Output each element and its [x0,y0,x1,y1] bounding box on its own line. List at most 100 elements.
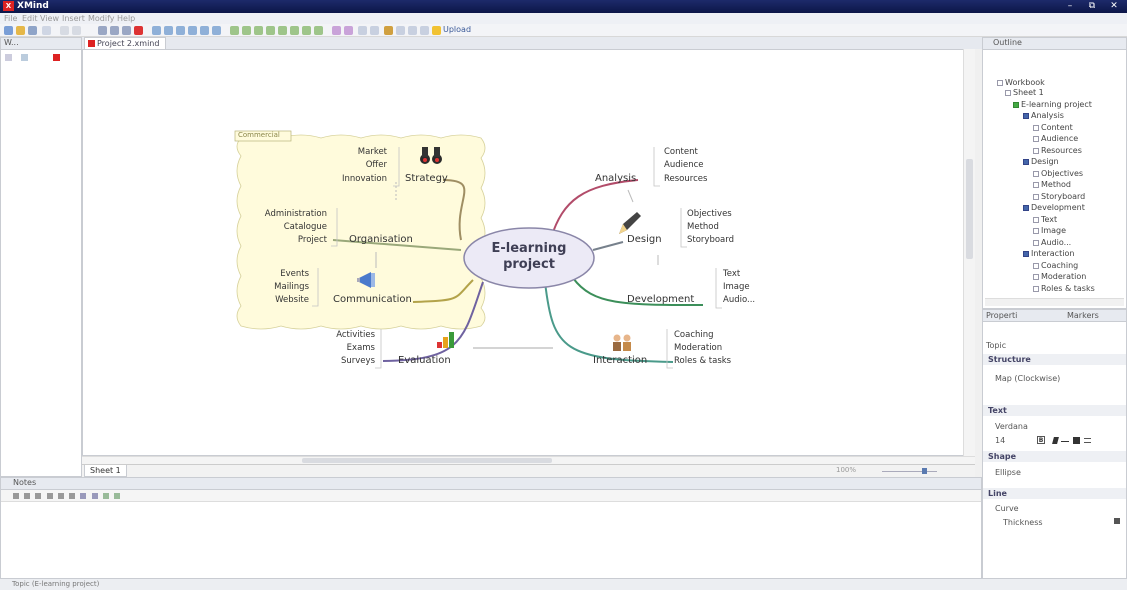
line-value[interactable]: Curve [995,504,1019,513]
structure-section[interactable]: Structure [983,354,1126,365]
outline-item[interactable]: Audio... [1033,238,1071,247]
line-section[interactable]: Line [983,488,1126,499]
mind-map-canvas[interactable]: E-learning project Commercial Strategy M… [82,49,975,456]
subtopic-offer[interactable]: Offer [323,160,387,170]
outline-title[interactable]: Outline [983,38,1126,50]
subtopic-surveys[interactable]: Surveys [309,356,375,366]
outline-item[interactable]: Audience [1033,134,1078,143]
outline-item[interactable]: Design [1023,157,1059,166]
subtopic-moderation[interactable]: Moderation [674,343,722,353]
outline-item[interactable]: Content [1033,123,1073,132]
topic-analysis[interactable]: Analysis [595,173,636,184]
subtopic-content[interactable]: Content [664,147,698,157]
align-icon[interactable] [69,493,76,499]
drill-down-icon[interactable] [332,26,341,35]
subtopic-project[interactable]: Project [243,235,327,245]
save-all-icon[interactable] [42,26,51,35]
outline-item[interactable]: Moderation [1033,272,1086,281]
expand-icon[interactable] [21,54,28,61]
subtopic-storyboard[interactable]: Storyboard [687,235,734,245]
outline-item[interactable]: Method [1033,180,1071,189]
topic-interaction[interactable]: Interaction [593,355,647,366]
topic-development[interactable]: Development [627,294,694,305]
delete-icon[interactable] [134,26,143,35]
floating-topic-icon[interactable] [176,26,185,35]
subtopic-roles-tasks[interactable]: Roles & tasks [674,356,731,366]
subtopic-innovation[interactable]: Innovation [323,174,387,184]
summary-icon[interactable] [212,26,221,35]
outline-item[interactable]: Objectives [1033,169,1083,178]
align-button[interactable] [1084,438,1091,443]
italic-icon[interactable] [35,493,42,499]
topic-strategy[interactable]: Strategy [405,173,448,184]
italic-button[interactable] [1052,437,1059,444]
subtopic-administration[interactable]: Administration [243,209,327,219]
strikethrough-icon[interactable] [57,493,64,499]
workbook-panel-title[interactable]: W... [1,38,81,50]
vertical-scrollbar[interactable] [963,49,975,456]
subtopic-coaching[interactable]: Coaching [674,330,714,340]
upload-icon[interactable] [432,26,441,35]
topic-organisation[interactable]: Organisation [349,234,413,245]
outline-item[interactable]: Resources [1033,146,1082,155]
subtopic-market[interactable]: Market [323,147,387,157]
zoom-slider-handle[interactable] [922,468,927,474]
subtopic-resources[interactable]: Resources [664,174,707,184]
tab-markers[interactable]: Markers [1067,311,1099,320]
topic-icon[interactable] [152,26,161,35]
outline-item[interactable]: Sheet 1 [1005,88,1044,97]
subtopic-icon[interactable] [164,26,173,35]
tool-icon[interactable] [408,26,417,35]
topic-communication[interactable]: Communication [333,294,412,305]
highlight-icon[interactable] [114,493,121,499]
menu-edit[interactable]: Edit [22,14,38,23]
bold-button[interactable]: B [1037,436,1045,444]
scroll-thumb[interactable] [302,458,552,463]
print-icon[interactable] [370,26,379,35]
color-icon[interactable] [102,493,109,499]
redo-icon[interactable] [72,26,81,35]
central-topic[interactable]: E-learning project [471,241,587,273]
subtopic-website[interactable]: Website [243,295,309,305]
notes-title[interactable]: Notes [1,478,981,490]
xmind-file-icon[interactable] [53,54,60,61]
topic-design[interactable]: Design [627,234,662,245]
tab-project-2[interactable]: Project 2.xmind [84,37,167,49]
export-icon[interactable] [358,26,367,35]
outline-item[interactable]: Workbook [997,78,1045,87]
outline-horizontal-scrollbar[interactable] [985,298,1124,306]
outline-item[interactable]: Text [1033,215,1057,224]
subtopic-image[interactable]: Image [723,282,750,292]
shape-section[interactable]: Shape [983,451,1126,462]
close-button[interactable]: ✕ [1104,1,1124,12]
sheet-tab[interactable]: Sheet 1 [84,465,127,477]
attachment-icon[interactable] [290,26,299,35]
outline-item[interactable]: Storyboard [1033,192,1085,201]
subtopic-method[interactable]: Method [687,222,719,232]
marker-icon[interactable] [230,26,239,35]
minimize-button[interactable]: – [1060,1,1080,12]
zoom-slider[interactable] [882,471,937,472]
subtopic-audience[interactable]: Audience [664,160,703,170]
menu-help[interactable]: Help [117,14,135,23]
outline-item[interactable]: Interaction [1023,249,1074,258]
outline-item[interactable]: E-learning project [1013,100,1092,109]
scroll-thumb[interactable] [966,159,973,259]
outline-item[interactable]: Development [1023,203,1085,212]
text-section[interactable]: Text [983,405,1126,416]
relationship-icon[interactable] [188,26,197,35]
tool-icon[interactable] [420,26,429,35]
list-icon[interactable] [80,493,87,499]
save-icon[interactable] [28,26,37,35]
outline-item[interactable]: Image [1033,226,1066,235]
subtopic-events[interactable]: Events [243,269,309,279]
collapse-icon[interactable] [5,54,12,61]
outline-item[interactable]: Roles & tasks [1033,284,1095,293]
subtopic-mailings[interactable]: Mailings [243,282,309,292]
boundary-label[interactable]: Commercial [238,131,280,139]
subtopic-catalogue[interactable]: Catalogue [243,222,327,232]
audio-icon[interactable] [302,26,311,35]
menu-modify[interactable]: Modify [88,14,115,23]
thickness-label[interactable]: Thickness [1003,518,1043,527]
strikethrough-button[interactable] [1061,441,1069,442]
